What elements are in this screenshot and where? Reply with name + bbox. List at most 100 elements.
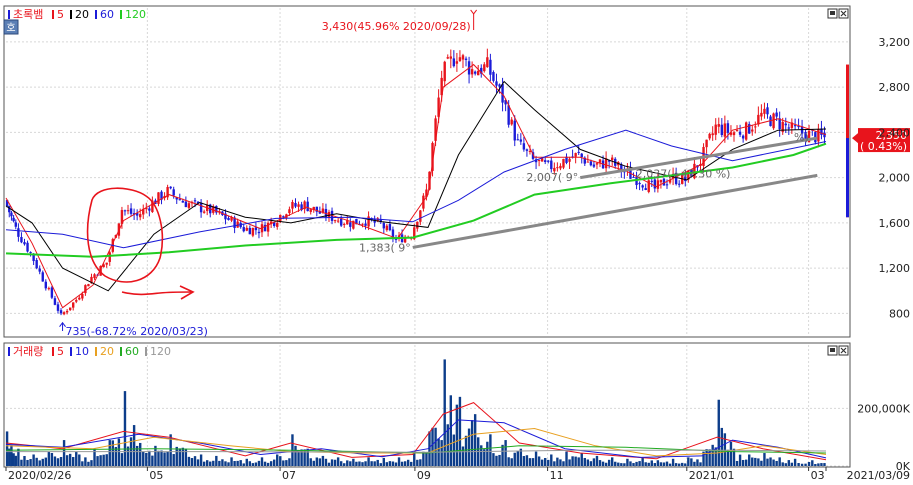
- candle-body: [760, 112, 763, 117]
- volume-bar: [769, 457, 772, 466]
- volume-bar: [352, 458, 355, 466]
- volume-bar: [617, 462, 620, 466]
- legend-title: 초록뱀: [13, 8, 43, 21]
- volume-bar: [604, 462, 608, 466]
- volume-bar: [333, 459, 337, 466]
- volume-bar: [807, 462, 811, 466]
- volume-bar: [501, 444, 504, 466]
- volume-bar: [297, 451, 300, 466]
- candle-body: [738, 131, 742, 135]
- volume-bar: [111, 440, 114, 466]
- volume-bar: [583, 457, 586, 466]
- low-annotation: 735(-68.72% 2020/03/23): [66, 325, 208, 338]
- candle-body: [464, 58, 468, 60]
- volume-bar: [489, 434, 492, 466]
- candle-body: [610, 157, 614, 161]
- volume-bar: [641, 457, 644, 466]
- volume-bar: [20, 459, 23, 466]
- volume-bar: [123, 391, 127, 466]
- volume-bar: [525, 455, 529, 466]
- candle-body: [53, 298, 57, 305]
- volume-bar: [553, 461, 556, 466]
- volume-bar: [419, 459, 422, 466]
- volume-bar: [391, 461, 395, 466]
- volume-bar: [227, 462, 230, 466]
- volume-bar: [400, 461, 404, 466]
- trendline-annotation: 1,383( 9°: [359, 241, 411, 254]
- volume-bar: [793, 458, 797, 466]
- volume-bar: [364, 461, 367, 466]
- candle-body: [458, 57, 462, 62]
- volume-bar: [629, 461, 632, 466]
- candle-body: [483, 64, 486, 72]
- candle-body: [455, 61, 459, 64]
- volume-bar: [565, 451, 568, 466]
- volume-bar: [47, 451, 51, 466]
- candle-body: [537, 160, 541, 162]
- volume-bar: [650, 460, 653, 466]
- candle-body: [178, 199, 181, 201]
- legend-swatch: [52, 347, 54, 356]
- volume-bar: [811, 460, 814, 466]
- legend-swatch: [70, 347, 72, 356]
- volume-bar: [166, 451, 169, 466]
- candle-body: [754, 126, 757, 128]
- candle-body: [245, 227, 248, 231]
- candle-body: [705, 139, 708, 148]
- volume-bar: [735, 460, 739, 466]
- volume-bar: [99, 455, 102, 466]
- volume-bar: [781, 462, 784, 466]
- volume-bar: [626, 458, 629, 466]
- volume-bar: [668, 463, 672, 466]
- volume-bar: [425, 452, 428, 466]
- candle-body: [75, 300, 78, 302]
- volume-bar: [38, 460, 41, 466]
- price-panel-maximize-button[interactable]: [827, 8, 838, 19]
- trendline-annotation: 2,007( 9°: [526, 171, 578, 184]
- candle-body: [516, 139, 519, 141]
- volume-bar: [199, 454, 203, 466]
- volume-bar: [32, 454, 35, 466]
- volume-bar: [757, 458, 760, 466]
- volume-bar: [5, 431, 9, 466]
- volume-bar: [823, 463, 826, 466]
- candle-body: [139, 214, 142, 218]
- candle-body: [148, 208, 151, 211]
- volume-bar: [595, 455, 599, 466]
- volume-bar: [361, 462, 364, 466]
- volume-bar: [120, 453, 124, 466]
- volume-bar: [729, 441, 733, 466]
- volume-bar: [251, 463, 255, 466]
- volume-bar: [175, 446, 178, 466]
- candle-body: [665, 184, 669, 186]
- volume-panel-close-button[interactable]: [838, 345, 849, 356]
- candle-body: [793, 125, 797, 127]
- volume-bar: [230, 457, 233, 466]
- volume-bar: [339, 461, 343, 466]
- volume-bar: [586, 459, 590, 466]
- candle-body: [254, 227, 258, 231]
- x-tick-label: 09: [417, 469, 431, 481]
- volume-bar: [248, 461, 252, 466]
- candle-body: [78, 297, 81, 300]
- candle-body: [766, 107, 769, 115]
- volume-bar: [65, 455, 69, 466]
- candle-body: [38, 268, 41, 272]
- volume-bar: [50, 452, 54, 466]
- volume-bar: [677, 463, 681, 466]
- volume-bar: [388, 461, 392, 466]
- volume-bar: [659, 462, 663, 466]
- volume-bar: [711, 444, 714, 466]
- candle-body: [543, 160, 547, 162]
- volume-bar: [35, 457, 38, 466]
- volume-bar: [212, 460, 215, 466]
- price-panel-close-button[interactable]: [838, 8, 849, 19]
- volume-bar: [282, 460, 285, 466]
- volume-bar: [510, 458, 513, 466]
- chart-settings-icon[interactable]: 호: [3, 19, 19, 35]
- volume-bar: [312, 460, 315, 466]
- candle-body: [388, 224, 392, 231]
- candle-body: [361, 223, 364, 225]
- volume-panel-maximize-button[interactable]: [827, 345, 838, 356]
- volume-bar: [671, 458, 675, 466]
